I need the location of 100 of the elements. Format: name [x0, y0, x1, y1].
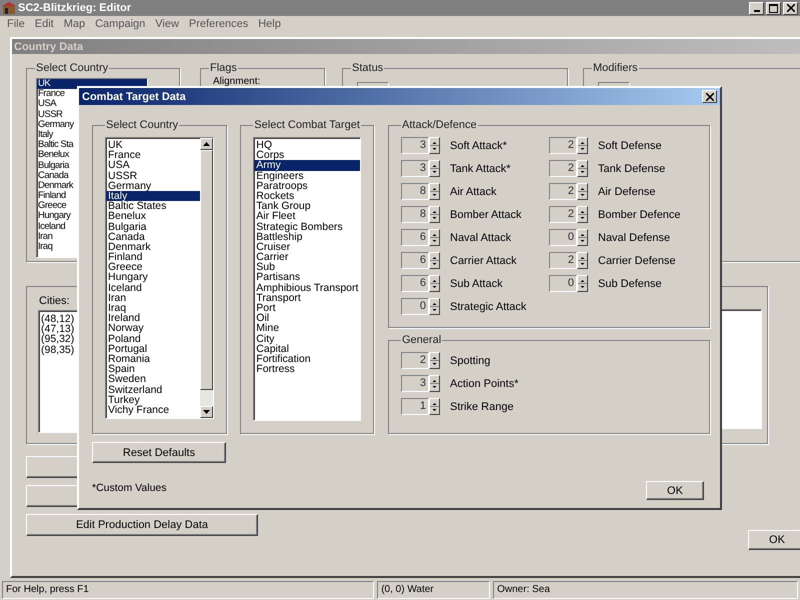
list-item[interactable]: Vichy France	[106, 404, 200, 416]
spin-buttons[interactable]	[429, 298, 440, 315]
list-item[interactable]: Iraq	[106, 303, 200, 314]
list-item[interactable]: Turkey	[106, 394, 200, 405]
list-item[interactable]: USA	[106, 160, 200, 171]
spin-buttons[interactable]	[429, 352, 440, 369]
spin-buttons[interactable]	[577, 183, 588, 200]
list-item[interactable]: Fortification	[254, 354, 360, 364]
list-item[interactable]: Paratroops	[254, 180, 360, 191]
spin-buttons[interactable]	[577, 275, 588, 292]
menu-item[interactable]: Help	[253, 18, 286, 30]
spin-buttons[interactable]	[429, 275, 440, 292]
scroll-up-button[interactable]	[200, 138, 214, 150]
spin-buttons[interactable]	[429, 183, 440, 200]
menu-item[interactable]: View	[150, 18, 184, 30]
list-item[interactable]: Sub	[254, 262, 360, 272]
list-item[interactable]: Iceland	[106, 282, 200, 293]
list-item[interactable]: Strategic Bombers	[254, 222, 360, 232]
spin-buttons[interactable]	[577, 160, 588, 177]
spin-buttons[interactable]	[429, 206, 440, 223]
ok-button[interactable]: OK	[748, 530, 800, 550]
list-item[interactable]: Canada	[106, 232, 200, 242]
list-item[interactable]: France	[106, 150, 200, 160]
menu-item[interactable]: Preferences	[184, 18, 254, 30]
spin-buttons[interactable]	[429, 375, 440, 392]
list-item[interactable]: Capital	[254, 344, 360, 354]
number-field[interactable]: 2	[401, 352, 429, 369]
list-item[interactable]: Rockets	[254, 190, 360, 202]
list-item[interactable]: HQ	[254, 140, 360, 150]
list-item[interactable]: Hungary	[106, 272, 200, 283]
list-item[interactable]: Mine	[254, 323, 360, 334]
number-field[interactable]: 2	[549, 137, 577, 154]
spin-buttons[interactable]	[577, 206, 588, 223]
menu-item[interactable]: Campaign	[90, 18, 150, 30]
number-field[interactable]: 6	[401, 252, 429, 269]
reset-defaults-button[interactable]: Reset Defaults	[92, 442, 226, 463]
spin-buttons[interactable]	[429, 229, 440, 246]
list-item[interactable]: Baltic States	[106, 201, 200, 212]
list-item[interactable]: Tank Group	[254, 201, 360, 212]
list-item[interactable]: Transport	[254, 292, 360, 303]
menu-item[interactable]: Edit	[30, 18, 59, 30]
list-item[interactable]: Carrier	[254, 252, 360, 262]
list-item[interactable]: Italy	[106, 190, 200, 202]
number-field[interactable]: 2	[549, 252, 577, 269]
spin-buttons[interactable]	[429, 160, 440, 177]
list-item[interactable]: City	[254, 334, 360, 344]
list-item[interactable]: Battleship	[254, 232, 360, 242]
number-field[interactable]: 0	[401, 298, 429, 315]
scroll-down-button[interactable]	[200, 406, 214, 418]
list-item[interactable]: Germany	[106, 180, 200, 191]
list-item[interactable]: Greece	[106, 262, 200, 272]
list-item[interactable]: Engineers	[254, 170, 360, 181]
number-field[interactable]: 2	[549, 183, 577, 200]
number-field[interactable]: 2	[549, 206, 577, 223]
minimize-button[interactable]	[749, 2, 764, 14]
spin-buttons[interactable]	[577, 252, 588, 269]
list-item[interactable]: Air Fleet	[254, 211, 360, 222]
number-field[interactable]: 1	[401, 398, 429, 415]
list-item[interactable]: Sweden	[106, 374, 200, 384]
close-button[interactable]	[783, 2, 798, 14]
number-field[interactable]: 6	[401, 275, 429, 292]
menu-item[interactable]: Map	[58, 18, 90, 30]
close-button[interactable]	[702, 90, 717, 103]
list-item[interactable]: Cruiser	[254, 242, 360, 252]
list-item[interactable]: Benelux	[106, 211, 200, 222]
spin-buttons[interactable]	[429, 252, 440, 269]
ok-button[interactable]: OK	[646, 481, 704, 500]
list-item[interactable]: Romania	[106, 354, 200, 364]
number-field[interactable]: 3	[401, 160, 429, 177]
list-item[interactable]: Amphibious Transport	[254, 282, 360, 293]
number-field[interactable]: 3	[401, 375, 429, 392]
list-item[interactable]: Bulgaria	[106, 222, 200, 232]
list-item[interactable]: UK	[106, 140, 200, 150]
number-field[interactable]: 0	[549, 275, 577, 292]
list-item[interactable]: Spain	[106, 364, 200, 374]
spin-buttons[interactable]	[429, 398, 440, 415]
list-item[interactable]: Poland	[106, 334, 200, 344]
target-list[interactable]	[253, 137, 361, 421]
list-item[interactable]: Fortress	[254, 364, 360, 374]
list-item[interactable]: Denmark	[106, 242, 200, 252]
number-field[interactable]: 0	[549, 229, 577, 246]
list-item[interactable]: Switzerland	[106, 384, 200, 395]
list-item[interactable]: Norway	[106, 323, 200, 334]
spin-buttons[interactable]	[577, 229, 588, 246]
edit-production-button[interactable]: Edit Production Delay Data	[26, 514, 258, 536]
list-item[interactable]: Port	[254, 303, 360, 314]
spin-buttons[interactable]	[429, 137, 440, 154]
list-item[interactable]: Portugal	[106, 344, 200, 354]
spin-buttons[interactable]	[577, 137, 588, 154]
list-item[interactable]: Finland	[106, 252, 200, 262]
menu-item[interactable]: File	[2, 18, 30, 30]
list-item[interactable]: Army	[254, 160, 360, 171]
number-field[interactable]: 3	[401, 137, 429, 154]
number-field[interactable]: 8	[401, 206, 429, 223]
list-item[interactable]: Corps	[254, 150, 360, 160]
list-item[interactable]: Oil	[254, 313, 360, 324]
number-field[interactable]: 8	[401, 183, 429, 200]
list-item[interactable]: USSR	[106, 170, 200, 181]
country-list[interactable]	[105, 137, 214, 419]
list-item[interactable]: Ireland	[106, 313, 200, 324]
